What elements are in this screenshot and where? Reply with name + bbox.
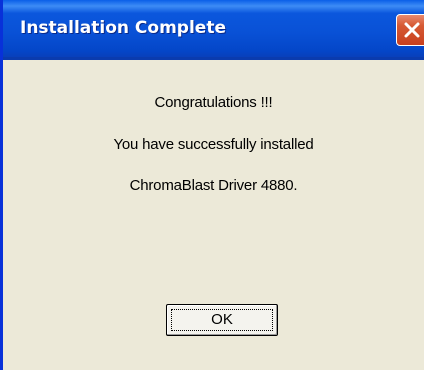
close-button[interactable] [396, 14, 424, 46]
ok-button-label: OK [211, 311, 233, 328]
installation-dialog: Installation Complete Congratulations !!… [0, 0, 424, 370]
success-text: You have successfully installed [113, 136, 314, 153]
title-bar[interactable]: Installation Complete [3, 0, 424, 60]
product-name-text: ChromaBlast Driver 4880. [129, 177, 298, 194]
window-title: Installation Complete [20, 18, 226, 38]
ok-button[interactable]: OK [166, 304, 278, 336]
congratulations-text: Congratulations !!! [154, 94, 273, 111]
close-icon [404, 22, 420, 38]
dialog-body: Congratulations !!! You have successfull… [3, 60, 424, 370]
